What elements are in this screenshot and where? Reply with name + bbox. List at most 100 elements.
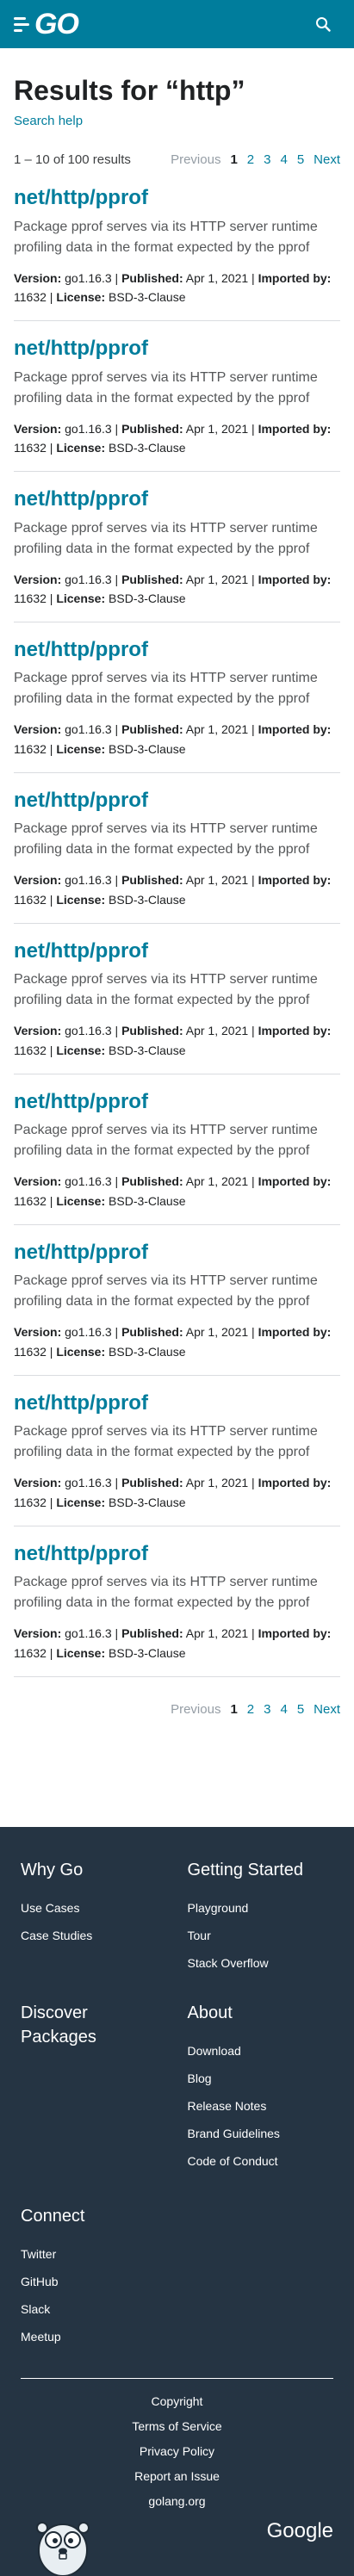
published-value: Apr 1, 2021 <box>185 572 249 586</box>
result-meta: Version: go1.16.3 | Published: Apr 1, 20… <box>14 1476 332 1509</box>
previous-page-link[interactable]: Previous <box>171 1702 220 1717</box>
imported-by-label: Imported by: <box>258 1174 332 1189</box>
search-result: net/http/pprof Package pprof serves via i… <box>14 636 340 774</box>
imported-by-value: 11632 <box>14 741 47 756</box>
footer-heading-discover-packages[interactable]: Discover Packages <box>21 2001 167 2049</box>
published-label: Published: <box>121 270 183 285</box>
page-link-1[interactable]: 1 <box>230 1702 237 1717</box>
license-label: License: <box>56 1043 106 1057</box>
footer-link-use-cases[interactable]: Use Cases <box>21 1894 167 1922</box>
result-title-link[interactable]: net/http/pprof <box>14 486 340 512</box>
version-value: go1.16.3 <box>65 270 112 285</box>
imported-by-value: 11632 <box>14 1645 47 1660</box>
footer-link-brand-guidelines[interactable]: Brand Guidelines <box>188 2120 334 2147</box>
next-page-link[interactable]: Next <box>314 1702 340 1717</box>
results-count: 1 – 10 of 100 results <box>14 152 131 167</box>
search-button[interactable] <box>306 7 340 41</box>
footer-link-copyright[interactable]: Copyright <box>21 2389 333 2414</box>
footer-link-meetup[interactable]: Meetup <box>21 2323 167 2350</box>
result-title-link[interactable]: net/http/pprof <box>14 636 340 663</box>
result-title-link[interactable]: net/http/pprof <box>14 787 340 814</box>
license-label: License: <box>56 1495 106 1509</box>
page-link-3[interactable]: 3 <box>264 152 270 167</box>
previous-page-link[interactable]: Previous <box>171 152 220 167</box>
footer-link-case-studies[interactable]: Case Studies <box>21 1922 167 1949</box>
footer-link-report-issue[interactable]: Report an Issue <box>21 2464 333 2489</box>
imported-by-value: 11632 <box>14 1344 47 1359</box>
imported-by-value: 11632 <box>14 1043 47 1057</box>
result-meta: Version: go1.16.3 | Published: Apr 1, 20… <box>14 1174 332 1208</box>
footer-link-stack-overflow[interactable]: Stack Overflow <box>188 1949 334 1977</box>
version-value: go1.16.3 <box>65 1024 112 1038</box>
google-logo[interactable]: Google <box>267 2519 333 2543</box>
published-value: Apr 1, 2021 <box>185 1626 249 1641</box>
version-label: Version: <box>14 270 62 285</box>
imported-by-label: Imported by: <box>258 1476 332 1490</box>
page-link-3[interactable]: 3 <box>264 1702 270 1717</box>
license-value: BSD-3-Clause <box>109 1193 186 1208</box>
result-title-link[interactable]: net/http/pprof <box>14 938 340 964</box>
footer-link-code-of-conduct[interactable]: Code of Conduct <box>188 2147 334 2175</box>
version-value: go1.16.3 <box>65 722 112 737</box>
footer-nav: Why Go Use Cases Case Studies Getting St… <box>21 1858 333 2350</box>
result-title-link[interactable]: net/http/pprof <box>14 1088 340 1115</box>
page-link-5[interactable]: 5 <box>297 152 304 167</box>
search-result: net/http/pprof Package pprof serves via i… <box>14 1540 340 1678</box>
footer-heading-getting-started[interactable]: Getting Started <box>188 1858 334 1882</box>
search-result: net/http/pprof Package pprof serves via i… <box>14 1088 340 1226</box>
license-value: BSD-3-Clause <box>109 1495 186 1509</box>
published-value: Apr 1, 2021 <box>185 270 249 285</box>
license-value: BSD-3-Clause <box>109 741 186 756</box>
published-label: Published: <box>121 722 183 737</box>
footer-heading-about[interactable]: About <box>188 2001 334 2025</box>
page-link-5[interactable]: 5 <box>297 1702 304 1717</box>
page-link-4[interactable]: 4 <box>280 1702 287 1717</box>
license-value: BSD-3-Clause <box>109 440 186 455</box>
page-link-4[interactable]: 4 <box>280 152 287 167</box>
license-value: BSD-3-Clause <box>109 289 186 304</box>
footer-link-slack[interactable]: Slack <box>21 2295 167 2323</box>
search-result: net/http/pprof Package pprof serves via i… <box>14 938 340 1075</box>
footer-link-privacy[interactable]: Privacy Policy <box>21 2439 333 2464</box>
result-title-link[interactable]: net/http/pprof <box>14 1239 340 1266</box>
footer-link-download[interactable]: Download <box>188 2037 334 2065</box>
next-page-link[interactable]: Next <box>314 152 340 167</box>
footer-link-terms[interactable]: Terms of Service <box>21 2414 333 2439</box>
version-label: Version: <box>14 421 62 436</box>
result-title-link[interactable]: net/http/pprof <box>14 1540 340 1567</box>
page-link-2[interactable]: 2 <box>247 152 254 167</box>
imported-by-label: Imported by: <box>258 722 332 737</box>
result-meta: Version: go1.16.3 | Published: Apr 1, 20… <box>14 1024 332 1057</box>
version-value: go1.16.3 <box>65 1325 112 1340</box>
footer-link-release-notes[interactable]: Release Notes <box>188 2092 334 2120</box>
result-meta: Version: go1.16.3 | Published: Apr 1, 20… <box>14 572 332 605</box>
footer-link-blog[interactable]: Blog <box>188 2065 334 2092</box>
footer-link-tour[interactable]: Tour <box>188 1922 334 1949</box>
page-link-1[interactable]: 1 <box>230 152 237 167</box>
imported-by-label: Imported by: <box>258 1024 332 1038</box>
result-synopsis: Package pprof serves via its HTTP server… <box>14 520 318 556</box>
result-synopsis: Package pprof serves via its HTTP server… <box>14 1424 318 1460</box>
version-label: Version: <box>14 1476 62 1490</box>
search-help-link[interactable]: Search help <box>14 114 83 128</box>
gopher-icon <box>36 2522 90 2576</box>
footer-heading-why-go[interactable]: Why Go <box>21 1858 167 1882</box>
version-label: Version: <box>14 1174 62 1189</box>
result-title-link[interactable]: net/http/pprof <box>14 1390 340 1416</box>
version-value: go1.16.3 <box>65 572 112 586</box>
license-label: License: <box>56 591 106 605</box>
footer-link-twitter[interactable]: Twitter <box>21 2240 167 2268</box>
go-logo[interactable]: GO <box>14 9 79 39</box>
result-title-link[interactable]: net/http/pprof <box>14 184 340 211</box>
footer-link-github[interactable]: GitHub <box>21 2268 167 2295</box>
page-title: Results for “http” <box>14 75 245 106</box>
result-meta: Version: go1.16.3 | Published: Apr 1, 20… <box>14 722 332 756</box>
imported-by-label: Imported by: <box>258 873 332 888</box>
result-title-link[interactable]: net/http/pprof <box>14 335 340 362</box>
imported-by-value: 11632 <box>14 591 47 605</box>
published-value: Apr 1, 2021 <box>185 1174 249 1189</box>
license-value: BSD-3-Clause <box>109 591 186 605</box>
page-link-2[interactable]: 2 <box>247 1702 254 1717</box>
footer-link-playground[interactable]: Playground <box>188 1894 334 1922</box>
result-meta: Version: go1.16.3 | Published: Apr 1, 20… <box>14 1325 332 1359</box>
